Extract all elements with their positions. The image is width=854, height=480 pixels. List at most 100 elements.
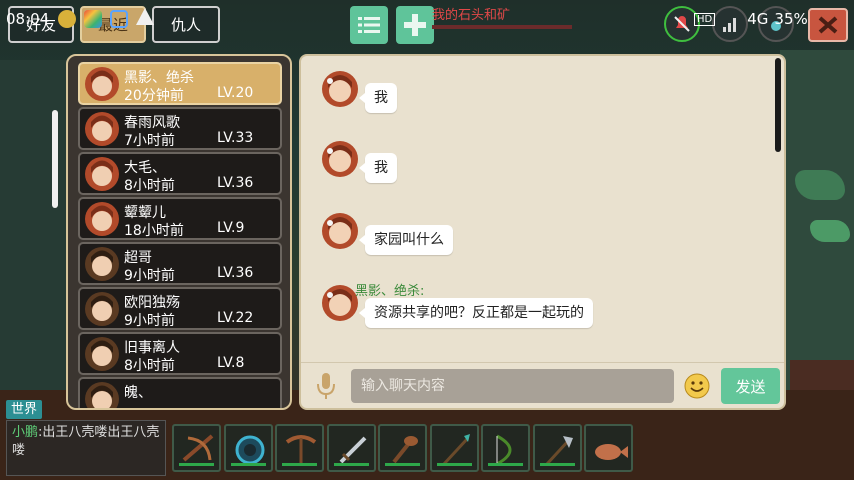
durability-bar bbox=[436, 463, 472, 466]
friend-last-seen: 9小时前 bbox=[124, 268, 175, 284]
app-notification-icon bbox=[58, 10, 76, 28]
friend-last-seen: 20分钟前 bbox=[124, 88, 184, 104]
hotbar-slot[interactable] bbox=[223, 424, 273, 472]
avatar[interactable] bbox=[321, 70, 359, 108]
friend-list-item[interactable]: 大毛、 8小时前 LV.36 bbox=[78, 152, 282, 195]
friend-level: LV.36 bbox=[217, 175, 254, 191]
world-chat-tag[interactable]: 世界 bbox=[6, 400, 43, 419]
friend-list-item[interactable]: 欧阳独殇 9小时前 LV.22 bbox=[78, 287, 282, 330]
chat-scrollbar[interactable] bbox=[775, 58, 781, 152]
add-friend-button[interactable] bbox=[396, 6, 434, 44]
quest-text: 我的石头和矿 bbox=[432, 8, 511, 23]
hotbar-slot[interactable] bbox=[326, 424, 376, 472]
avatar-icon bbox=[85, 202, 119, 236]
friend-last-seen: 9小时前 bbox=[124, 313, 175, 329]
tab-enemies-label: 仇人 bbox=[170, 16, 201, 34]
screen-capture-icon bbox=[110, 10, 128, 28]
app-store-icon bbox=[84, 10, 102, 28]
friend-name: 魄、 bbox=[124, 385, 152, 401]
friend-level: LV.8 bbox=[217, 355, 245, 371]
durability-bar bbox=[333, 463, 369, 466]
status-time: 08:04 bbox=[6, 10, 50, 28]
plus-icon bbox=[404, 14, 426, 36]
friend-last-seen: 8小时前 bbox=[124, 358, 175, 374]
list-icon bbox=[358, 17, 380, 33]
background-leaf bbox=[795, 170, 845, 200]
friend-list-item[interactable]: 超哥 9小时前 LV.36 bbox=[78, 242, 282, 285]
warning-icon bbox=[136, 8, 154, 25]
hotbar-slot[interactable] bbox=[378, 424, 427, 472]
avatar-icon bbox=[85, 157, 119, 191]
friend-name: 颦颦儿 bbox=[124, 205, 166, 221]
girl-avatar-icon bbox=[322, 71, 358, 107]
battery-percent: 35% bbox=[774, 10, 808, 28]
friend-list-item[interactable]: 魄、 bbox=[78, 377, 282, 408]
chat-message-bubble: 资源共享的吧？反正都是一起玩的 bbox=[359, 298, 593, 328]
world-chat-box[interactable]: 小鹏:出王八壳喽出王八壳喽 bbox=[6, 420, 166, 476]
hotbar-slot[interactable] bbox=[429, 424, 479, 472]
durability-bar bbox=[539, 463, 575, 466]
friend-list-item[interactable]: 黑影、绝杀 20分钟前 LV.20 bbox=[78, 62, 282, 105]
avatar[interactable] bbox=[321, 284, 359, 322]
chat-panel: 我 我 家园叫什么 黑影、绝杀: 资源共享的吧？反正都是一起玩的 输入聊天内容 … bbox=[299, 54, 786, 410]
avatar-icon bbox=[85, 112, 119, 146]
avatar-icon bbox=[85, 337, 119, 371]
friend-last-seen: 18小时前 bbox=[124, 223, 184, 239]
hotbar-slot[interactable] bbox=[172, 424, 221, 472]
avatar[interactable] bbox=[321, 212, 359, 250]
chat-message-bubble: 我 bbox=[359, 83, 397, 113]
list-scrollbar[interactable] bbox=[52, 110, 58, 208]
hotbar-slot[interactable] bbox=[584, 424, 633, 472]
durability-bar bbox=[179, 463, 214, 466]
hotbar-slot[interactable] bbox=[481, 424, 530, 472]
durability-bar bbox=[488, 463, 523, 466]
world-chat-sender: 小鹏 bbox=[12, 425, 39, 440]
close-button[interactable] bbox=[808, 8, 848, 42]
friend-last-seen: 7小时前 bbox=[124, 133, 175, 149]
chat-message-bubble: 我 bbox=[359, 153, 397, 183]
quest-progress-bar bbox=[432, 25, 572, 29]
durability-bar bbox=[385, 463, 420, 466]
friend-name: 超哥 bbox=[124, 250, 152, 266]
send-button[interactable]: 发送 bbox=[721, 368, 780, 404]
durability-bar bbox=[230, 463, 266, 466]
emoji-icon[interactable] bbox=[684, 373, 710, 399]
friend-level: LV.36 bbox=[217, 265, 254, 281]
girl-avatar-icon bbox=[322, 285, 358, 321]
friend-name: 旧事离人 bbox=[124, 340, 180, 356]
chat-input-row: 发送 bbox=[301, 362, 784, 408]
friend-list-item[interactable]: 旧事离人 8小时前 LV.8 bbox=[78, 332, 282, 375]
chat-input[interactable] bbox=[351, 369, 674, 403]
avatar-icon bbox=[85, 247, 119, 281]
hotbar-slot[interactable] bbox=[532, 424, 582, 472]
network-type: 4G bbox=[747, 10, 769, 28]
avatar-icon bbox=[85, 292, 119, 326]
status-indicators: HD 4G 35% bbox=[694, 10, 808, 28]
friend-level: LV.33 bbox=[217, 130, 254, 146]
chat-message-bubble: 家园叫什么 bbox=[359, 225, 453, 255]
microphone-icon[interactable] bbox=[315, 371, 337, 401]
friend-level: LV.9 bbox=[217, 220, 245, 236]
durability-bar bbox=[282, 463, 317, 466]
hd-icon: HD bbox=[694, 12, 716, 26]
avatar[interactable] bbox=[321, 140, 359, 178]
hotbar-slot[interactable] bbox=[275, 424, 324, 472]
close-icon bbox=[818, 16, 838, 34]
chat-sender-name: 黑影、绝杀: bbox=[355, 284, 425, 299]
fish-icon bbox=[595, 444, 628, 460]
girl-avatar-icon bbox=[322, 213, 358, 249]
tab-enemies[interactable]: 仇人 bbox=[152, 6, 220, 43]
girl-avatar-icon bbox=[322, 141, 358, 177]
friend-name: 大毛、 bbox=[124, 160, 166, 176]
friend-list-panel: 黑影、绝杀 20分钟前 LV.20 春雨风歌 7小时前 LV.33 大毛、 8小时前 LV.36… bbox=[66, 54, 292, 410]
avatar-icon bbox=[85, 382, 119, 408]
friend-name: 欧阳独殇 bbox=[124, 295, 180, 311]
friend-list-item[interactable]: 颦颦儿 18小时前 LV.9 bbox=[78, 197, 282, 240]
friend-list-item[interactable]: 春雨风歌 7小时前 LV.33 bbox=[78, 107, 282, 150]
friend-level: LV.22 bbox=[217, 310, 254, 326]
friend-name: 春雨风歌 bbox=[124, 115, 180, 131]
friend-level: LV.20 bbox=[217, 85, 254, 101]
friend-last-seen: 8小时前 bbox=[124, 178, 175, 194]
friend-name: 黑影、绝杀 bbox=[124, 70, 194, 86]
menu-list-button[interactable] bbox=[350, 6, 388, 44]
